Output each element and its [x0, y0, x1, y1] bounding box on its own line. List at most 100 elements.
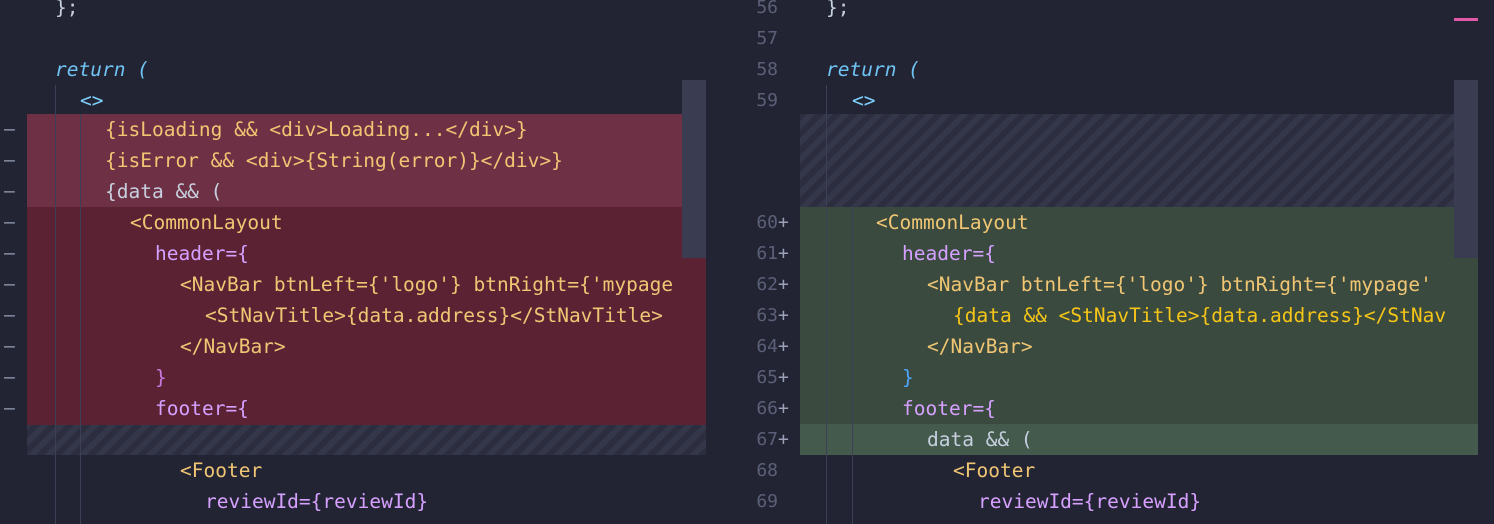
original-pane[interactable]: }; return ( <> — {isLoading && <div>Load…: [0, 0, 706, 524]
line-number: 56: [756, 0, 778, 18]
code-line[interactable]: 56 };: [706, 0, 1494, 23]
code-line[interactable]: 58 return (: [706, 54, 1494, 85]
code-text: footer={: [155, 397, 249, 420]
removed-marker: —: [4, 367, 15, 388]
line-number: 62: [756, 274, 778, 295]
diff-filler: [800, 114, 1478, 207]
code-text: <CommonLayout: [876, 211, 1029, 234]
code-text: data && (: [927, 428, 1033, 451]
code-text: <NavBar btnLeft={'logo'} btnRight={'mypa…: [180, 273, 674, 296]
code-line[interactable]: — {data && (: [0, 176, 706, 207]
code-line[interactable]: 66 + footer={: [706, 393, 1494, 424]
code-text: reviewId={reviewId}: [205, 490, 429, 513]
indent-guide: [826, 85, 827, 524]
removed-marker: —: [4, 181, 15, 202]
removed-marker: —: [4, 150, 15, 171]
diff-filler: [27, 425, 706, 455]
code-line[interactable]: reviewId={reviewId}: [0, 486, 706, 517]
line-number: 63: [756, 305, 778, 326]
scrollbar-thumb[interactable]: [682, 80, 706, 258]
scrollbar-thumb[interactable]: [1454, 80, 1478, 258]
code-text: <CommonLayout: [130, 211, 283, 234]
code-text: {isLoading && <div>Loading...</div>}: [105, 118, 528, 141]
code-line[interactable]: — footer={: [0, 393, 706, 424]
removed-marker: —: [4, 212, 15, 233]
code-line[interactable]: 61 + header={: [706, 238, 1494, 269]
code-line[interactable]: 59 <>: [706, 85, 1494, 116]
code-text: reviewId={reviewId}: [978, 490, 1202, 513]
code-line[interactable]: — {isLoading && <div>Loading...</div>}: [0, 114, 706, 145]
removed-marker: —: [4, 243, 15, 264]
code-line[interactable]: — {isError && <div>{String(error)}</div>…: [0, 145, 706, 176]
line-number: 69: [756, 491, 778, 512]
code-text: {isError && <div>{String(error)}</div>}: [105, 149, 563, 172]
diff-editor: }; return ( <> — {isLoading && <div>Load…: [0, 0, 1494, 524]
code-line[interactable]: 62 + <NavBar btnLeft={'logo'} btnRight={…: [706, 269, 1494, 300]
code-line[interactable]: return (: [0, 54, 706, 85]
added-marker: +: [778, 212, 789, 233]
code-line[interactable]: 63 + {data && <StNavTitle>{data.address}…: [706, 300, 1494, 331]
code-text: header={: [902, 242, 996, 265]
code-line[interactable]: — }: [0, 362, 706, 393]
code-text: <StNavTitle>{data.address}</StNavTitle>: [205, 304, 663, 327]
line-number: 57: [756, 28, 778, 49]
code-line[interactable]: <Footer: [0, 455, 706, 486]
code-text: </NavBar>: [180, 335, 286, 358]
indent-guide: [55, 85, 56, 524]
code-line[interactable]: 69 reviewId={reviewId}: [706, 486, 1494, 517]
code-text: <>: [80, 89, 104, 112]
code-text: <NavBar btnLeft={'logo'} btnRight={'mypa…: [927, 273, 1432, 296]
code-line[interactable]: 57: [706, 23, 1494, 54]
added-marker: +: [778, 429, 789, 450]
removed-marker: —: [4, 336, 15, 357]
code-line[interactable]: 67 + data && (: [706, 424, 1494, 455]
code-text: }: [902, 366, 914, 389]
code-text: <>: [852, 89, 876, 112]
modified-pane[interactable]: 56 }; 57 58 return ( 59 <> 60 + <CommonL…: [706, 0, 1494, 524]
line-number: 67: [756, 429, 778, 450]
line-number: 58: [756, 59, 778, 80]
code-line[interactable]: — <StNavTitle>{data.address}</StNavTitle…: [0, 300, 706, 331]
added-marker: +: [778, 305, 789, 326]
removed-marker: —: [4, 119, 15, 140]
code-text: return (: [826, 58, 920, 81]
added-marker: +: [778, 367, 789, 388]
code-text: {data && <StNavTitle>{data.address}</StN…: [953, 304, 1447, 327]
removed-marker: —: [4, 305, 15, 326]
code-text: {data && (: [105, 180, 223, 203]
code-line[interactable]: 68 <Footer: [706, 455, 1494, 486]
code-line[interactable]: — </NavBar>: [0, 331, 706, 362]
code-text: }: [155, 366, 167, 389]
code-line[interactable]: };: [0, 0, 706, 23]
code-text: <Footer: [953, 459, 1036, 482]
line-number: 68: [756, 460, 778, 481]
code-line[interactable]: 60 + <CommonLayout: [706, 207, 1494, 238]
line-number: 61: [756, 243, 778, 264]
line-number: 66: [756, 398, 778, 419]
indent-guide: [80, 114, 81, 524]
code-text: <Footer: [180, 459, 263, 482]
code-text: </NavBar>: [927, 335, 1033, 358]
removed-marker: —: [4, 274, 15, 295]
code-line[interactable]: 65 + }: [706, 362, 1494, 393]
code-text: };: [55, 0, 79, 19]
line-number: 65: [756, 367, 778, 388]
code-line[interactable]: 64 + </NavBar>: [706, 331, 1494, 362]
added-marker: +: [778, 243, 789, 264]
code-text: };: [826, 0, 850, 19]
added-marker: +: [778, 336, 789, 357]
code-text: footer={: [902, 397, 996, 420]
code-text: header={: [155, 242, 249, 265]
line-number: 64: [756, 336, 778, 357]
code-line[interactable]: — <CommonLayout: [0, 207, 706, 238]
line-number: 59: [756, 90, 778, 111]
code-line[interactable]: <>: [0, 85, 706, 116]
overview-ruler-marker: [1454, 18, 1478, 21]
code-line[interactable]: — <NavBar btnLeft={'logo'} btnRight={'my…: [0, 269, 706, 300]
line-number: 60: [756, 212, 778, 233]
added-marker: +: [778, 398, 789, 419]
indent-guide: [852, 207, 853, 524]
code-line[interactable]: — header={: [0, 238, 706, 269]
code-text: return (: [55, 58, 149, 81]
added-marker: +: [778, 274, 789, 295]
